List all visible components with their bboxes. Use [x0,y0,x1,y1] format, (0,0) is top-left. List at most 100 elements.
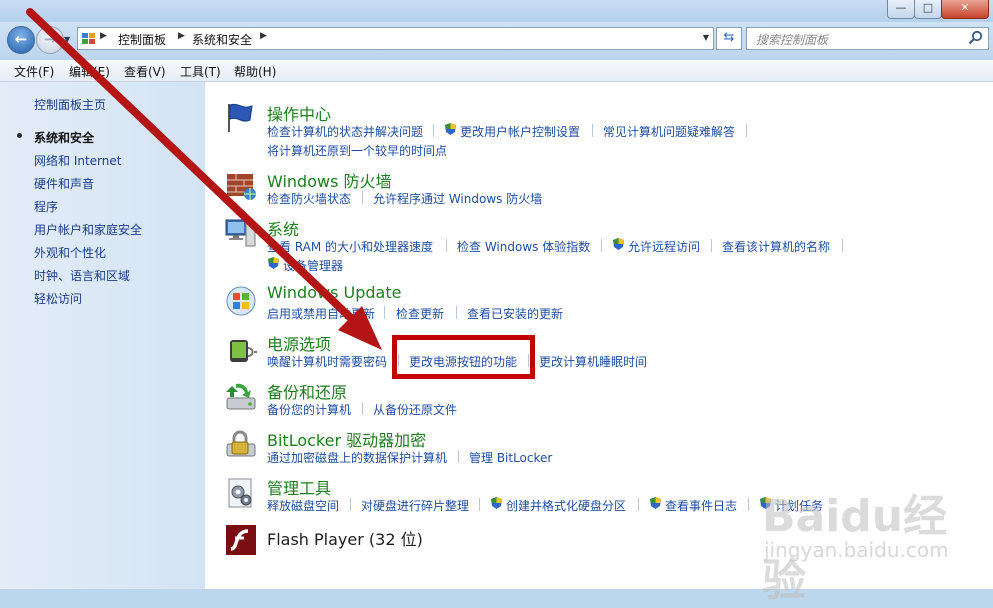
breadcrumb-control-panel[interactable]: 控制面板 [118,31,166,48]
link-view-ram[interactable]: 查看 RAM 的大小和处理器速度 [267,238,433,255]
action-center-flag-icon[interactable] [224,100,258,134]
link-installed-updates[interactable]: 查看已安装的更新 [467,305,563,322]
menu-file[interactable]: 文件(F) [14,63,54,80]
category-title-action-center[interactable]: 操作中心 [267,101,331,125]
windows-update-icon[interactable] [224,284,258,318]
flash-player-icon[interactable] [224,523,258,557]
sidebar-item-clock-language-region[interactable]: 时钟、语言和区域 [34,267,130,284]
breadcrumb-separator-icon[interactable]: ▶ [100,31,107,41]
search-input[interactable]: 搜索控制面板 [756,31,828,48]
link-remote-access[interactable]: 允许远程访问 [628,238,700,255]
minimize-button[interactable]: — [887,0,915,19]
link-backup-computer[interactable]: 备份您的计算机 [267,401,351,418]
control-panel-icon [82,33,95,44]
link-defragment[interactable]: 对硬盘进行碎片整理 [361,497,469,514]
link-computer-name[interactable]: 查看该计算机的名称 [722,238,830,255]
sidebar-item-programs[interactable]: 程序 [34,198,58,215]
link-sleep-time[interactable]: 更改计算机睡眠时间 [539,353,647,370]
uac-shield-icon [491,497,502,509]
uac-shield-icon [613,238,624,250]
link-divider [592,124,593,137]
link-divider [433,124,434,137]
link-divider [384,306,385,319]
menu-tools[interactable]: 工具(T) [180,63,221,80]
sidebar-item-user-accounts[interactable]: 用户帐户和家庭安全 [34,221,142,238]
recent-pages-dropdown[interactable]: ▼ [64,35,70,44]
sidebar-item-system-security[interactable]: 系统和安全 [34,129,94,146]
breadcrumb-separator-icon[interactable]: ▶ [178,31,185,41]
sidebar-item-ease-of-access[interactable]: 轻松访问 [34,290,82,307]
link-check-firewall[interactable]: 检查防火墙状态 [267,190,351,207]
breadcrumb-system-security[interactable]: 系统和安全 [192,31,252,48]
search-box[interactable]: 搜索控制面板 [746,27,989,50]
link-create-partition[interactable]: 创建并格式化硬盘分区 [506,497,626,514]
sidebar-item-appearance[interactable]: 外观和个性化 [34,244,106,261]
link-troubleshoot[interactable]: 常见计算机问题疑难解答 [603,123,735,140]
close-button[interactable]: ✕ [941,0,989,19]
link-experience-index[interactable]: 检查 Windows 体验指数 [457,238,590,255]
sidebar-item-network-internet[interactable]: 网络和 Internet [34,152,121,169]
link-divider [456,306,457,319]
link-divider [362,191,363,204]
address-box[interactable]: ▶ 控制面板 ▶ 系统和安全 ▶ ▼ [77,27,714,50]
link-change-uac[interactable]: 更改用户帐户控制设置 [460,123,580,140]
watermark-url: jingyan.baidu.com [764,538,949,562]
link-divider [458,450,459,463]
refresh-button[interactable]: ⇆ [716,27,742,50]
firewall-icon[interactable] [224,168,258,202]
link-restore-files[interactable]: 从备份还原文件 [373,401,457,418]
link-divider [711,239,712,252]
link-check-status[interactable]: 检查计算机的状态并解决问题 [267,123,423,140]
search-icon[interactable] [968,30,983,45]
link-wake-password[interactable]: 唤醒计算机时需要密码 [267,353,387,370]
admin-tools-icon[interactable] [224,476,258,510]
power-options-icon[interactable] [224,332,258,366]
link-encrypt-disk[interactable]: 通过加密磁盘上的数据保护计算机 [267,449,447,466]
menu-edit[interactable]: 编辑(E) [69,63,110,80]
link-manage-bitlocker[interactable]: 管理 BitLocker [469,449,552,466]
category-title-bitlocker[interactable]: BitLocker 驱动器加密 [267,427,426,451]
link-allow-program[interactable]: 允许程序通过 Windows 防火墙 [373,190,542,207]
link-device-manager[interactable]: 设备管理器 [283,257,343,274]
category-title-system[interactable]: 系统 [267,216,299,240]
link-divider [479,498,480,511]
menu-bar: 文件(F) 编辑(E) 查看(V) 工具(T) 帮助(H) [0,60,993,82]
link-divider [350,498,351,511]
category-title-power-options[interactable]: 电源选项 [267,331,331,355]
backup-restore-icon[interactable] [224,380,258,414]
link-check-updates[interactable]: 检查更新 [396,305,444,322]
system-computer-icon[interactable] [224,216,258,250]
sidebar-item-hardware-sound[interactable]: 硬件和声音 [34,175,94,192]
link-divider [748,498,749,511]
uac-shield-icon [445,123,456,135]
forward-button[interactable]: → [36,26,64,54]
sidebar-control-panel-home[interactable]: 控制面板主页 [34,96,106,113]
address-dropdown-icon[interactable]: ▼ [703,33,709,42]
breadcrumb-separator-icon[interactable]: ▶ [260,31,267,41]
link-restore-computer[interactable]: 将计算机还原到一个较早的时间点 [267,142,447,159]
link-auto-update[interactable]: 启用或禁用自动更新 [267,305,375,322]
maximize-button[interactable]: □ [914,0,942,19]
link-divider [601,239,602,252]
window-titlebar: — □ ✕ [0,0,993,22]
link-divider [446,239,447,252]
link-divider [746,124,747,137]
menu-view[interactable]: 查看(V) [124,63,166,80]
category-title-windows-update[interactable]: Windows Update [267,283,401,302]
menu-help[interactable]: 帮助(H) [234,63,276,80]
link-free-disk-space[interactable]: 释放磁盘空间 [267,497,339,514]
current-item-bullet-icon [17,133,22,138]
uac-shield-icon [650,497,661,509]
uac-shield-icon [268,257,279,269]
category-title-flash-player[interactable]: Flash Player (32 位) [267,526,423,550]
refresh-icon: ⇆ [723,30,735,45]
link-divider [362,402,363,415]
category-title-firewall[interactable]: Windows 防火墙 [267,168,392,192]
annotation-highlight-box [392,335,535,379]
category-title-backup-restore[interactable]: 备份和还原 [267,379,347,403]
category-title-admin-tools[interactable]: 管理工具 [267,475,331,499]
back-button[interactable]: ← [7,26,35,54]
link-event-logs[interactable]: 查看事件日志 [665,497,737,514]
bitlocker-icon[interactable] [224,428,258,462]
link-divider [638,498,639,511]
